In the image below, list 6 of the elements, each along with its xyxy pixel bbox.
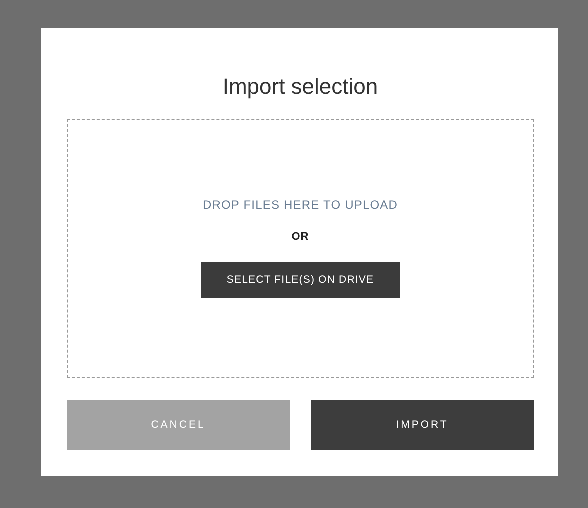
select-files-button[interactable]: SELECT FILE(S) ON DRIVE <box>201 262 400 298</box>
import-button[interactable]: IMPORT <box>311 400 534 450</box>
drop-zone[interactable]: DROP FILES HERE TO UPLOAD OR SELECT FILE(S) ON DRIVE <box>67 119 534 378</box>
dialog-title: Import selection <box>222 73 380 101</box>
or-separator: OR <box>292 231 310 243</box>
drop-hint: DROP FILES HERE TO UPLOAD <box>202 198 398 212</box>
